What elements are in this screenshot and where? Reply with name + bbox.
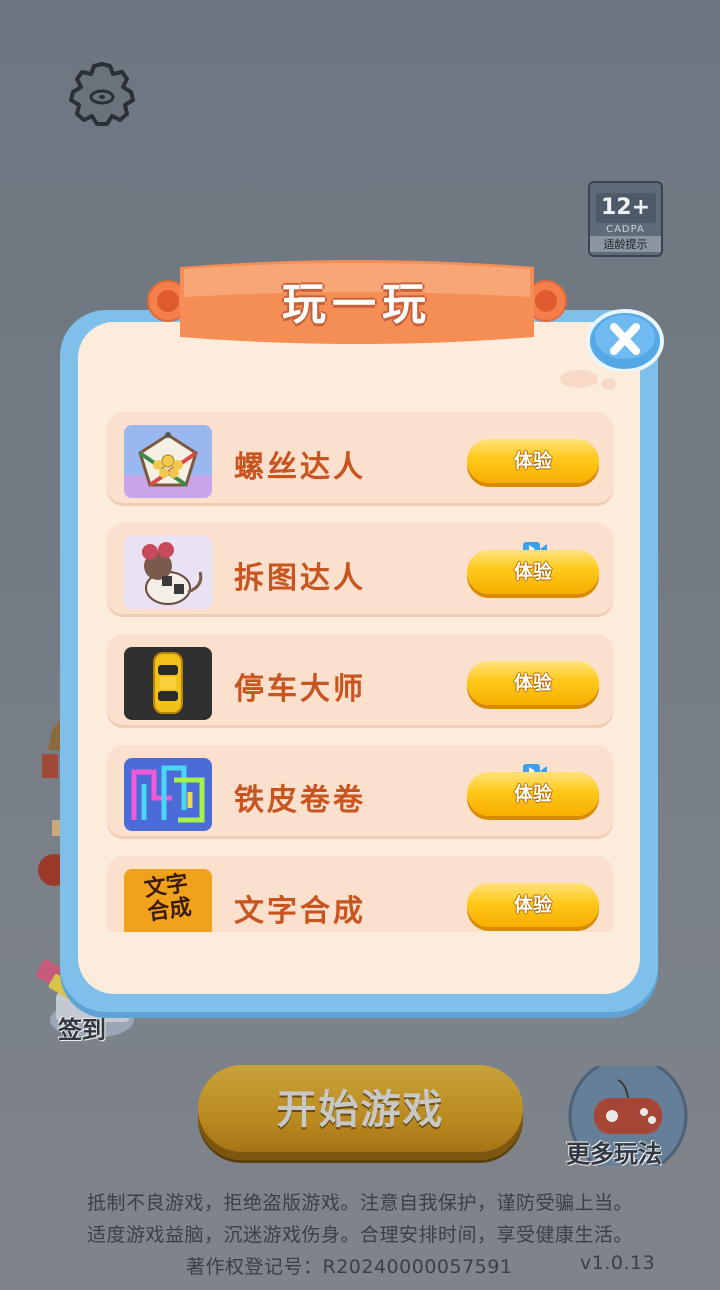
close-icon[interactable] xyxy=(586,307,664,371)
age-rating-value: 12+ xyxy=(595,193,656,223)
version-label: v1.0.13 xyxy=(580,1252,656,1274)
game-name: 文字合成 xyxy=(234,894,366,929)
age-rating-tip: 适龄提示 xyxy=(590,236,661,252)
yellow-car-icon xyxy=(124,647,212,720)
more-games-label[interactable]: 更多玩法 xyxy=(566,1134,662,1169)
game-name: 螺丝达人 xyxy=(234,450,366,485)
signin-label[interactable]: 签到 xyxy=(58,1010,106,1045)
game-row[interactable]: 拆图达人 体验 xyxy=(107,523,613,617)
age-rating-org: CADPA xyxy=(606,224,645,235)
game-name: 停车大师 xyxy=(234,672,366,707)
settings-gear-icon[interactable] xyxy=(55,60,149,138)
game-name: 拆图达人 xyxy=(234,561,366,596)
game-list[interactable]: 螺丝达人 体验 拆图达人 体验 停车大师 体验 铁皮卷卷 体验 文字 合成 文字… xyxy=(107,412,613,932)
copyright-number: 著作权登记号：R20240000057591 xyxy=(186,1256,513,1278)
try-button-label: 体验 xyxy=(513,450,552,472)
try-button[interactable]: 体验 xyxy=(467,550,599,594)
panel-decoration xyxy=(560,370,598,388)
game-name: 铁皮卷卷 xyxy=(234,783,366,818)
footer-warning-line1: 抵制不良游戏，拒绝盗版游戏。注意自我保护，谨防受骗上当。 xyxy=(86,1192,633,1214)
screw-puzzle-icon xyxy=(124,425,212,498)
game-row[interactable]: 铁皮卷卷 体验 xyxy=(107,745,613,839)
game-row[interactable]: 文字 合成 文字合成 体验 xyxy=(107,856,613,932)
game-row[interactable]: 螺丝达人 体验 xyxy=(107,412,613,506)
try-button[interactable]: 体验 xyxy=(467,883,599,927)
game-row[interactable]: 停车大师 体验 xyxy=(107,634,613,728)
word-merge-icon-text: 文字 合成 xyxy=(142,871,194,926)
try-button[interactable]: 体验 xyxy=(467,661,599,705)
neon-pipes-icon xyxy=(124,758,212,831)
start-game-label: 开始游戏 xyxy=(276,1087,445,1133)
word-merge-icon: 文字 合成 xyxy=(124,869,212,932)
age-rating-badge: 12+ CADPA 适龄提示 xyxy=(588,181,663,257)
try-button-label: 体验 xyxy=(513,672,552,694)
try-button[interactable]: 体验 xyxy=(467,439,599,483)
try-button-label: 体验 xyxy=(513,894,552,916)
robot-mouse-icon xyxy=(124,536,212,609)
try-button-label: 体验 xyxy=(513,783,552,805)
try-button[interactable]: 体验 xyxy=(467,772,599,816)
try-button-label: 体验 xyxy=(513,561,552,583)
start-game-button[interactable]: 开始游戏 xyxy=(198,1065,523,1160)
panel-decoration xyxy=(602,378,616,390)
dialog-title: 玩一玩 xyxy=(282,279,432,330)
footer-warning-line2: 适度游戏益脑，沉迷游戏伤身。合理安排时间，享受健康生活。 xyxy=(86,1224,633,1246)
